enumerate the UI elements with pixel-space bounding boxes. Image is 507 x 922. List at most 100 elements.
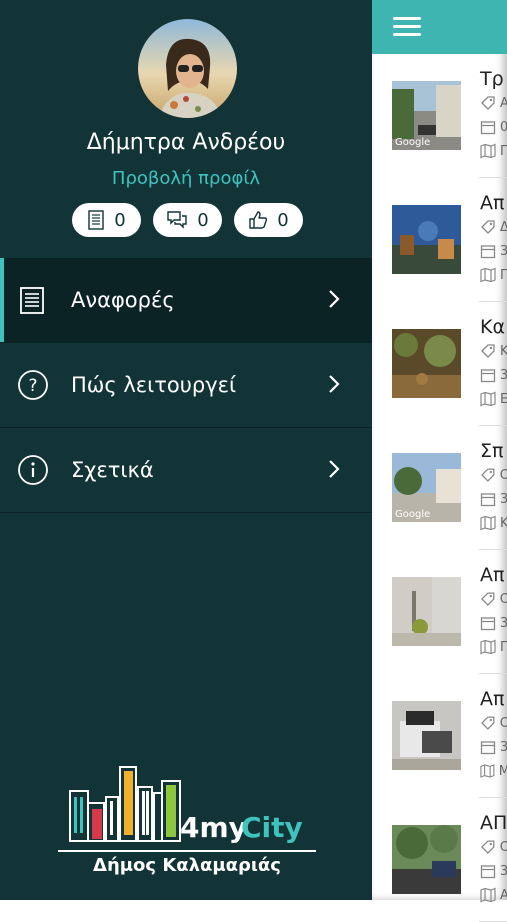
report-date: 3 [480, 491, 507, 507]
report-thumbnail: Google [392, 453, 461, 522]
report-title: Κα [480, 316, 505, 338]
report-date: 3 [480, 615, 507, 631]
logo-text-city: City [241, 811, 303, 844]
chevron-right-icon [329, 290, 340, 308]
calendar-icon [480, 865, 496, 879]
tag-icon [481, 220, 495, 234]
calendar-icon [480, 617, 496, 631]
tag-icon [481, 96, 495, 110]
comments-count: 0 [197, 209, 209, 231]
comments-count-pill: 0 [153, 203, 222, 237]
report-thumbnail [392, 701, 461, 770]
report-category: Ο [480, 715, 507, 731]
brand-logo: 4my City Δήμος Καλαμαριάς [58, 763, 316, 883]
question-icon: ? [17, 369, 49, 401]
avatar[interactable] [138, 19, 237, 118]
tag-icon [481, 592, 495, 606]
report-date: 3 [480, 243, 507, 259]
drawer-menu: Αναφορές ? Πώς λειτουργεί Σχετικά [0, 258, 372, 513]
list-item[interactable]: Κα Κ 3 Ε [372, 302, 507, 426]
report-location: Π [480, 267, 507, 283]
report-thumbnail [392, 329, 461, 398]
tag-icon [481, 468, 495, 482]
chevron-right-icon [329, 460, 340, 478]
report-location: Α [480, 887, 507, 903]
report-date: 3 [480, 367, 507, 383]
navigation-drawer: Δήμητρα Ανδρέου Προβολή προφίλ 0 0 0 Ανα… [0, 0, 372, 900]
map-icon [480, 391, 496, 407]
thumbnail-label: Google [395, 509, 431, 520]
map-icon [480, 143, 496, 159]
report-thumbnail [392, 205, 461, 274]
calendar-icon [480, 493, 496, 507]
report-category: Α [480, 95, 507, 111]
report-title: Τρ [480, 68, 504, 90]
report-location: Μ [480, 763, 507, 779]
calendar-icon [480, 741, 496, 755]
document-icon [88, 210, 104, 230]
map-icon [480, 887, 496, 903]
reports-list: Google Τρ Α 0 Γ Απ Δ 3 Π Κα Κ 3 Ε Google… [372, 54, 507, 922]
report-date: 0 [480, 119, 507, 135]
calendar-icon [480, 369, 496, 383]
report-title: Σπ [480, 440, 504, 462]
menu-item-about[interactable]: Σχετικά [0, 428, 372, 513]
report-location: Γ [480, 143, 507, 159]
report-location: Π [480, 639, 507, 655]
comments-icon [167, 211, 187, 229]
menu-item-reports[interactable]: Αναφορές [0, 258, 372, 343]
list-item[interactable]: Απ Ο 3 Μ [372, 674, 507, 798]
likes-count: 0 [277, 209, 289, 231]
report-title: ΑΠ [480, 812, 507, 834]
map-icon [480, 639, 496, 655]
report-location: Ε [480, 391, 507, 407]
svg-text:?: ? [28, 376, 37, 396]
reports-count: 0 [114, 209, 126, 231]
user-stats: 0 0 0 [72, 203, 315, 237]
menu-label-reports: Αναφορές [71, 288, 175, 312]
report-date: 3 [480, 863, 507, 879]
calendar-icon [480, 245, 496, 259]
report-category: Κ [480, 343, 507, 359]
report-category: Ο [480, 467, 507, 483]
map-icon [480, 515, 496, 531]
report-category: Δ [480, 219, 507, 235]
chevron-right-icon [329, 375, 340, 393]
list-item[interactable]: Απ Δ 3 Π [372, 178, 507, 302]
report-title: Απ [480, 564, 505, 586]
city-skyline-logo: 4my City [58, 766, 316, 852]
report-thumbnail [392, 577, 461, 646]
report-category: Ο [480, 839, 507, 855]
menu-item-how-it-works[interactable]: ? Πώς λειτουργεί [0, 343, 372, 428]
logo-text-4my: 4my [180, 811, 247, 844]
list-item[interactable]: Google Σπ Ο 3 Κ [372, 426, 507, 550]
menu-label-how-it-works: Πώς λειτουργεί [71, 373, 237, 397]
top-app-bar [372, 0, 507, 54]
report-title: Απ [480, 192, 505, 214]
view-profile-link[interactable]: Προβολή προφίλ [0, 168, 372, 189]
main-content: Google Τρ Α 0 Γ Απ Δ 3 Π Κα Κ 3 Ε Google… [372, 0, 507, 922]
report-location: Κ [480, 515, 507, 531]
report-thumbnail [392, 825, 461, 894]
avatar-photo [138, 19, 237, 118]
user-name: Δήμητρα Ανδρέου [86, 130, 286, 155]
list-item[interactable]: Απ Ο 3 Π [372, 550, 507, 674]
reports-count-pill: 0 [72, 203, 141, 237]
map-icon [480, 764, 495, 778]
report-date: 3 [480, 739, 507, 755]
info-icon [17, 454, 49, 486]
hamburger-menu-icon[interactable] [393, 17, 421, 37]
reports-icon [17, 284, 49, 316]
municipality-name: Δήμος Καλαμαριάς [93, 855, 281, 876]
report-title: Απ [480, 688, 505, 710]
report-category: Ο [480, 591, 507, 607]
list-item[interactable]: ΑΠ Ο 3 Α [372, 798, 507, 922]
map-icon [480, 267, 496, 283]
likes-count-pill: 0 [234, 203, 303, 237]
list-item[interactable]: Google Τρ Α 0 Γ [372, 54, 507, 178]
menu-label-about: Σχετικά [71, 458, 154, 482]
tag-icon [481, 840, 495, 854]
tag-icon [481, 344, 495, 358]
report-thumbnail: Google [392, 81, 461, 150]
thumbnail-label: Google [395, 137, 431, 148]
